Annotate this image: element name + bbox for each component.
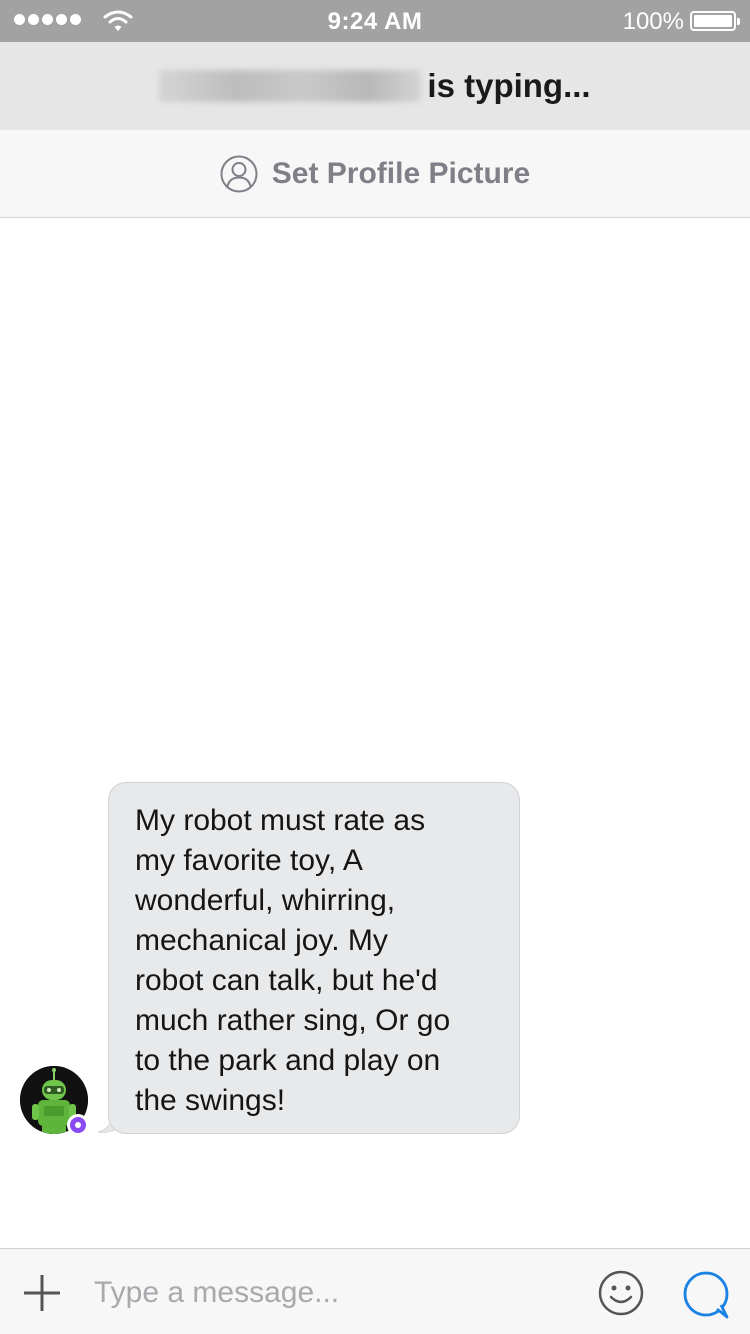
typing-indicator: is typing... <box>427 67 591 104</box>
status-bar: 9:24 AM 100% <box>0 0 750 42</box>
message-bubble[interactable]: My robot must rate as my favorite toy, A… <box>108 782 520 1134</box>
set-profile-picture-button[interactable]: Set Profile Picture <box>0 130 750 218</box>
blurred-contact-name <box>159 70 422 102</box>
message-input[interactable] <box>94 1271 574 1315</box>
chat-header: is typing... <box>0 42 750 130</box>
message-text: My robot must rate as my favorite toy, A… <box>135 804 451 1117</box>
plus-icon[interactable] <box>22 1273 62 1313</box>
message-composer <box>0 1248 750 1334</box>
chat-screen: 9:24 AM 100% is typing... Set Profile Pi… <box>0 0 750 1334</box>
set-profile-picture-label: Set Profile Picture <box>271 156 531 190</box>
message-list[interactable]: My robot must rate as my favorite toy, A… <box>0 219 750 1248</box>
message-row: My robot must rate as my favorite toy, A… <box>0 782 750 1142</box>
chat-bubble-icon[interactable] <box>681 1269 733 1321</box>
user-circle-icon <box>220 155 258 192</box>
bot-badge-icon <box>67 1114 89 1136</box>
emoji-icon[interactable] <box>597 1269 645 1317</box>
battery-icon <box>690 11 740 31</box>
battery-percent: 100% <box>622 8 684 35</box>
